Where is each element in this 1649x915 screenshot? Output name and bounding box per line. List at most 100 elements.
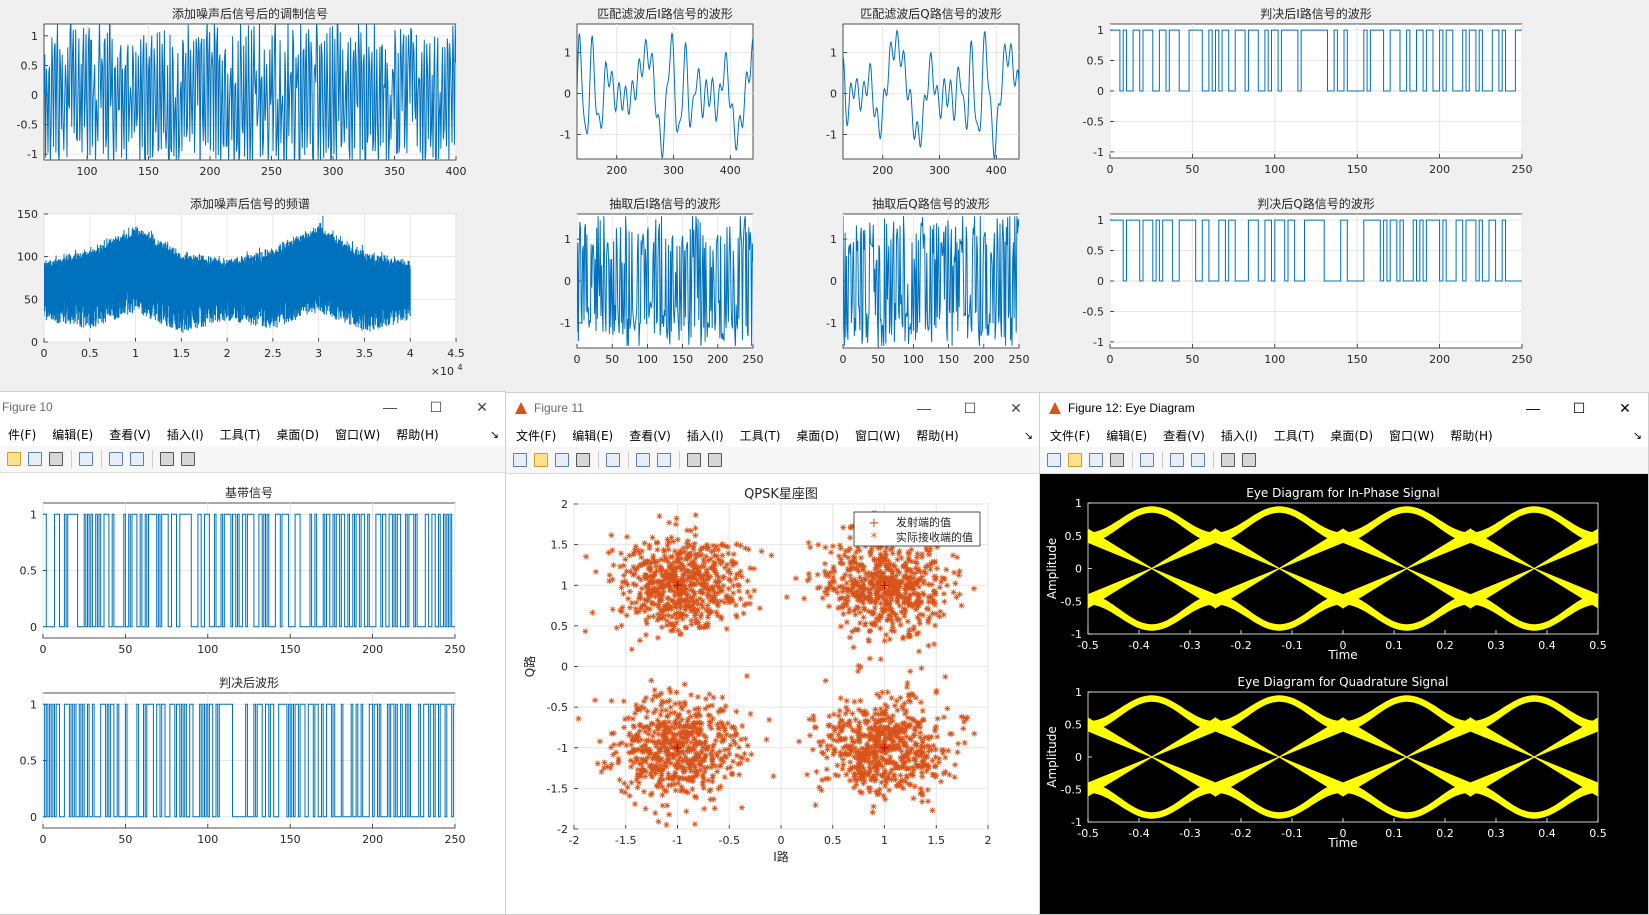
legend-marker: + (869, 516, 880, 531)
legend-icon[interactable] (130, 452, 144, 466)
menu-item[interactable]: 窗口(W) (855, 427, 900, 444)
link-plot-icon[interactable] (1140, 453, 1154, 467)
menu-item[interactable]: 窗口(W) (1389, 427, 1434, 444)
save-icon[interactable] (28, 452, 42, 466)
x-tick-label: 2.5 (264, 347, 282, 360)
property-inspector-icon[interactable] (1242, 453, 1256, 467)
colorbar-icon[interactable] (109, 452, 123, 466)
save-icon[interactable] (555, 453, 569, 467)
x-tick-label: 250 (1009, 353, 1030, 366)
x-tick-label: 350 (384, 165, 405, 178)
menu-item[interactable]: 编辑(E) (52, 426, 93, 443)
menu-item[interactable]: 桌面(D) (1330, 427, 1373, 444)
menu-item[interactable]: 文件(F) (516, 427, 556, 444)
menu-item[interactable]: 件(F) (8, 426, 36, 443)
legend-icon[interactable] (657, 453, 671, 467)
menu-item[interactable]: 桌面(D) (276, 426, 319, 443)
menu-item[interactable]: 工具(T) (740, 427, 781, 444)
y-tick-label: 1 (1075, 686, 1082, 699)
x-tick-label: 150 (1347, 353, 1368, 366)
y-tick-label: 0.5 (1087, 245, 1105, 258)
x-tick-label: 0.4 (1538, 639, 1556, 652)
menu-item[interactable]: 编辑(E) (572, 427, 613, 444)
chart-spectrum: 0 0.5 1 1.5 2 2.5 3 3.5 4 4.5 150 100 50 0 添加噪声后信号的频谱 ×… (17, 196, 465, 378)
property-inspector-icon[interactable] (708, 453, 722, 467)
menu-item[interactable]: 插入(I) (1221, 427, 1258, 444)
figure-11-window[interactable]: Figure 11 — ☐ ✕ 文件(F) 编辑(E) 查看(V) 插入(I) 工具(T… (505, 392, 1040, 915)
x-tick-label: 3.5 (356, 347, 374, 360)
y-tick-label: -1 (826, 128, 837, 141)
close-button[interactable]: ✕ (1602, 400, 1648, 417)
top-right-figure: 0 50 100 150 200 250 1 0.5 0 -0.5 -1 判决后I路信号的波形 0 50… (1040, 0, 1649, 392)
figure-12-titlebar[interactable]: Figure 12: Eye Diagram — ☐ ✕ (1040, 393, 1648, 423)
close-button[interactable]: ✕ (459, 399, 505, 416)
menu-item[interactable]: 插入(I) (167, 426, 204, 443)
minimize-button[interactable]: — (367, 399, 413, 415)
link-plot-icon[interactable] (79, 452, 93, 466)
x-tick-label: 50 (118, 833, 132, 846)
menu-item[interactable]: 查看(V) (629, 427, 671, 444)
x-tick-label: 100 (77, 165, 98, 178)
figure-10-window[interactable]: Figure 10 — ☐ ✕ 件(F) 编辑(E) 查看(V) 插入(I) 工具(T)… (0, 391, 506, 915)
colorbar-icon[interactable] (1170, 453, 1184, 467)
property-inspector-icon[interactable] (181, 452, 195, 466)
open-file-icon[interactable] (1068, 453, 1082, 467)
minimize-button[interactable]: — (901, 400, 947, 416)
plot-area (1087, 691, 1599, 823)
link-plot-icon[interactable] (606, 453, 620, 467)
menu-item[interactable]: 窗口(W) (335, 426, 380, 443)
menu-bar: 文件(F) 编辑(E) 查看(V) 插入(I) 工具(T) 桌面(D) 窗口(W) 帮助(H)… (506, 423, 1039, 447)
save-icon[interactable] (1089, 453, 1103, 467)
menu-item[interactable]: 帮助(H) (396, 426, 438, 443)
figure-12-window[interactable]: Figure 12: Eye Diagram — ☐ ✕ 文件(F) 编辑(E) 查… (1039, 392, 1649, 915)
close-button[interactable]: ✕ (993, 400, 1039, 417)
figure-11-titlebar[interactable]: Figure 11 — ☐ ✕ (506, 393, 1039, 423)
colorbar-icon[interactable] (636, 453, 650, 467)
minimize-button[interactable]: — (1510, 400, 1556, 416)
menu-item[interactable]: 插入(I) (687, 427, 724, 444)
x-tick-label: 50 (1185, 163, 1199, 176)
x-tick-label: 200 (606, 164, 627, 177)
y-tick-label: -0.5 (1061, 595, 1082, 608)
x-tick-label: 250 (743, 353, 764, 366)
y-tick-label: -1 (560, 128, 571, 141)
maximize-button[interactable]: ☐ (413, 399, 459, 416)
x-tick-label: 0.1 (1385, 827, 1403, 840)
dock-arrow-icon[interactable]: ↘ (490, 428, 499, 441)
maximize-button[interactable]: ☐ (947, 400, 993, 417)
menu-item[interactable]: 工具(T) (220, 426, 261, 443)
open-file-icon[interactable] (7, 452, 21, 466)
x-tick-label: 300 (663, 164, 684, 177)
maximize-button[interactable]: ☐ (1556, 400, 1602, 417)
new-file-icon[interactable] (513, 453, 527, 467)
x-tick-label: 0.2 (1436, 827, 1454, 840)
menu-item[interactable]: 查看(V) (109, 426, 151, 443)
new-file-icon[interactable] (1047, 453, 1061, 467)
menu-item[interactable]: 帮助(H) (1450, 427, 1492, 444)
menu-item[interactable]: 桌面(D) (796, 427, 839, 444)
pointer-icon[interactable] (1221, 453, 1235, 467)
menu-item[interactable]: 工具(T) (1274, 427, 1315, 444)
y-axis-label: Amplitude (1045, 726, 1059, 788)
y-tick-label: 0.5 (1087, 55, 1105, 68)
open-file-icon[interactable] (534, 453, 548, 467)
chart-title: 抽取后Q路信号的波形 (872, 196, 989, 211)
menu-item[interactable]: 帮助(H) (916, 427, 958, 444)
dock-arrow-icon[interactable]: ↘ (1633, 429, 1642, 442)
y-tick-label: -0.5 (17, 119, 38, 132)
print-icon[interactable] (576, 453, 590, 467)
dock-arrow-icon[interactable]: ↘ (1024, 429, 1033, 442)
y-tick-label: 2 (561, 498, 568, 511)
print-icon[interactable] (49, 452, 63, 466)
menu-item[interactable]: 编辑(E) (1106, 427, 1147, 444)
y-tick-label: 1 (564, 233, 571, 246)
figure-10-titlebar[interactable]: Figure 10 — ☐ ✕ (0, 392, 505, 422)
pointer-icon[interactable] (687, 453, 701, 467)
toolbar-separator (1162, 451, 1163, 469)
window-title: Figure 12: Eye Diagram (1068, 401, 1195, 415)
pointer-icon[interactable] (160, 452, 174, 466)
menu-item[interactable]: 文件(F) (1050, 427, 1090, 444)
legend-icon[interactable] (1191, 453, 1205, 467)
print-icon[interactable] (1110, 453, 1124, 467)
menu-item[interactable]: 查看(V) (1163, 427, 1205, 444)
